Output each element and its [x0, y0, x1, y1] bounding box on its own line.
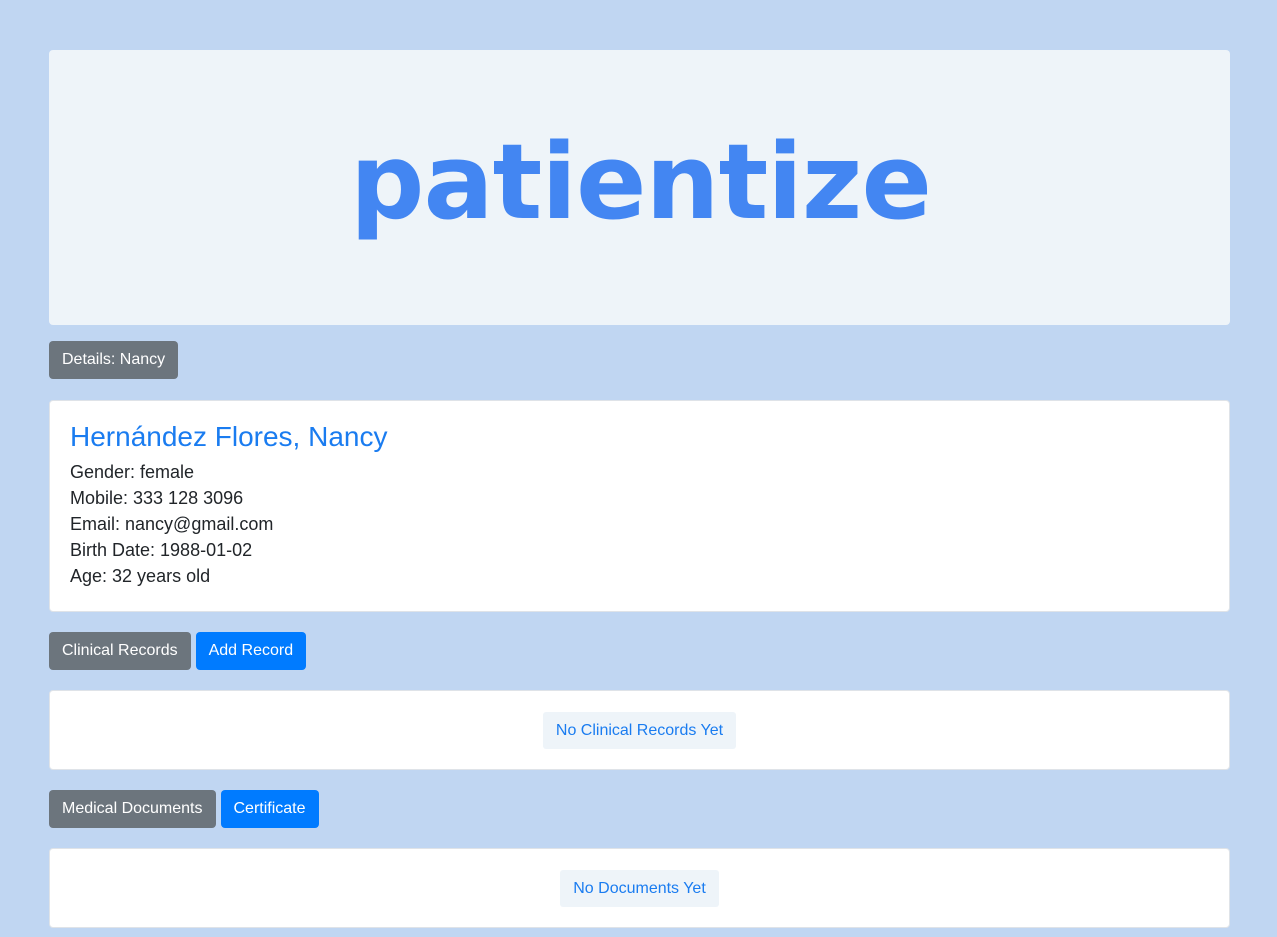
add-record-button[interactable]: Add Record: [195, 632, 307, 670]
clinical-records-card: No Clinical Records Yet: [49, 690, 1230, 770]
details-button-row: Details: Nancy: [49, 341, 179, 379]
patient-age: Age: 32 years old: [70, 566, 211, 586]
certificate-button[interactable]: Certificate: [220, 790, 319, 828]
medical-documents-button-row: Medical Documents Certificate: [49, 790, 319, 828]
medical-documents-button[interactable]: Medical Documents: [49, 790, 216, 828]
details-button[interactable]: Details: Nancy: [49, 341, 179, 379]
patient-name: Hernández Flores, Nancy: [70, 421, 388, 452]
patient-birth-date: Birth Date: 1988-01-02: [70, 540, 253, 560]
no-documents-message: No Documents Yet: [560, 869, 719, 907]
patient-email: Email: nancy@gmail.com: [70, 514, 274, 534]
patient-details-card: Hernández Flores, Nancy Gender: female M…: [49, 400, 1230, 612]
patient-mobile: Mobile: 333 128 3096: [70, 488, 244, 508]
logo-banner: patientize: [49, 50, 1230, 325]
patient-gender: Gender: female: [70, 462, 195, 482]
clinical-records-button[interactable]: Clinical Records: [49, 632, 191, 670]
page-container: patientize Details: Nancy Hernández Flor…: [49, 50, 1230, 928]
patientize-logo: patientize: [350, 120, 932, 243]
medical-documents-card: No Documents Yet: [49, 848, 1230, 928]
clinical-records-button-row: Clinical Records Add Record: [49, 632, 307, 670]
no-clinical-records-message: No Clinical Records Yet: [542, 711, 737, 749]
